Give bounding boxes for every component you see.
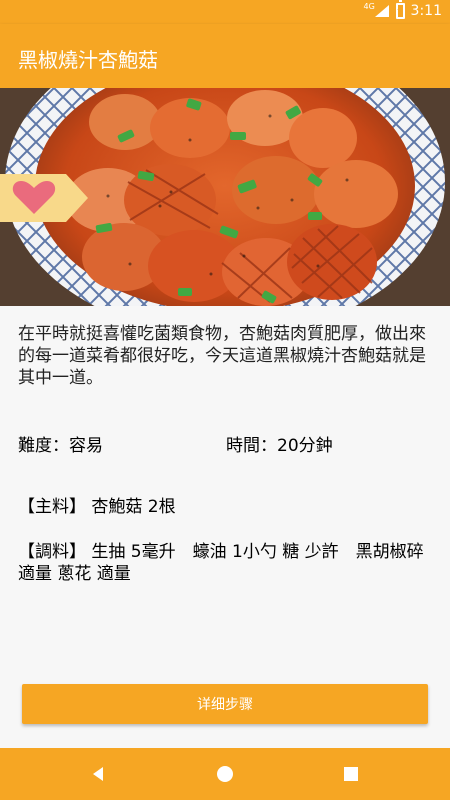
status-time: 3:11 <box>410 3 442 19</box>
seasonings: 【調料】 生抽 5毫升 蠔油 1小勺 糖 少許 黑胡椒碎 適量 蔥花 適量 <box>18 542 424 584</box>
back-icon[interactable] <box>86 762 110 786</box>
status-bar: 4G ϟ 3:11 <box>0 0 450 24</box>
time-label: 時間：20分鈡 <box>226 436 333 456</box>
page-title: 黑椒燒汁杏鮑菇 <box>18 48 158 72</box>
app-bar: 黑椒燒汁杏鮑菇 <box>0 24 450 88</box>
battery-charging-icon: ϟ <box>395 0 405 19</box>
favorite-ribbon[interactable] <box>0 174 88 222</box>
recipe-meta: 難度：容易 時間：20分鈡 <box>18 431 432 457</box>
detail-steps-button[interactable]: 详细步骤 <box>22 684 428 724</box>
recipe-description: 在平時就挺喜懽吃菌類食物，杏鮑菇肉質肥厚，做出來的每一道菜肴都很好吃，今天這道黑… <box>18 324 426 388</box>
home-icon[interactable] <box>213 762 237 786</box>
network-label: 4G <box>363 2 375 11</box>
system-nav-bar <box>0 748 450 800</box>
recipe-description-container: 在平時就挺喜懽吃菌類食物，杏鮑菇肉質肥厚，做出來的每一道菜肴都很好吃，今天這道黑… <box>18 323 432 389</box>
main-ingredients: 【主料】 杏鮑菇 2根 <box>18 497 176 517</box>
status-icons: 4G ϟ 3:11 <box>364 0 442 19</box>
difficulty-label: 難度：容易 <box>18 436 103 456</box>
signal-icon: 4G <box>364 2 390 18</box>
recent-apps-icon[interactable] <box>339 762 363 786</box>
